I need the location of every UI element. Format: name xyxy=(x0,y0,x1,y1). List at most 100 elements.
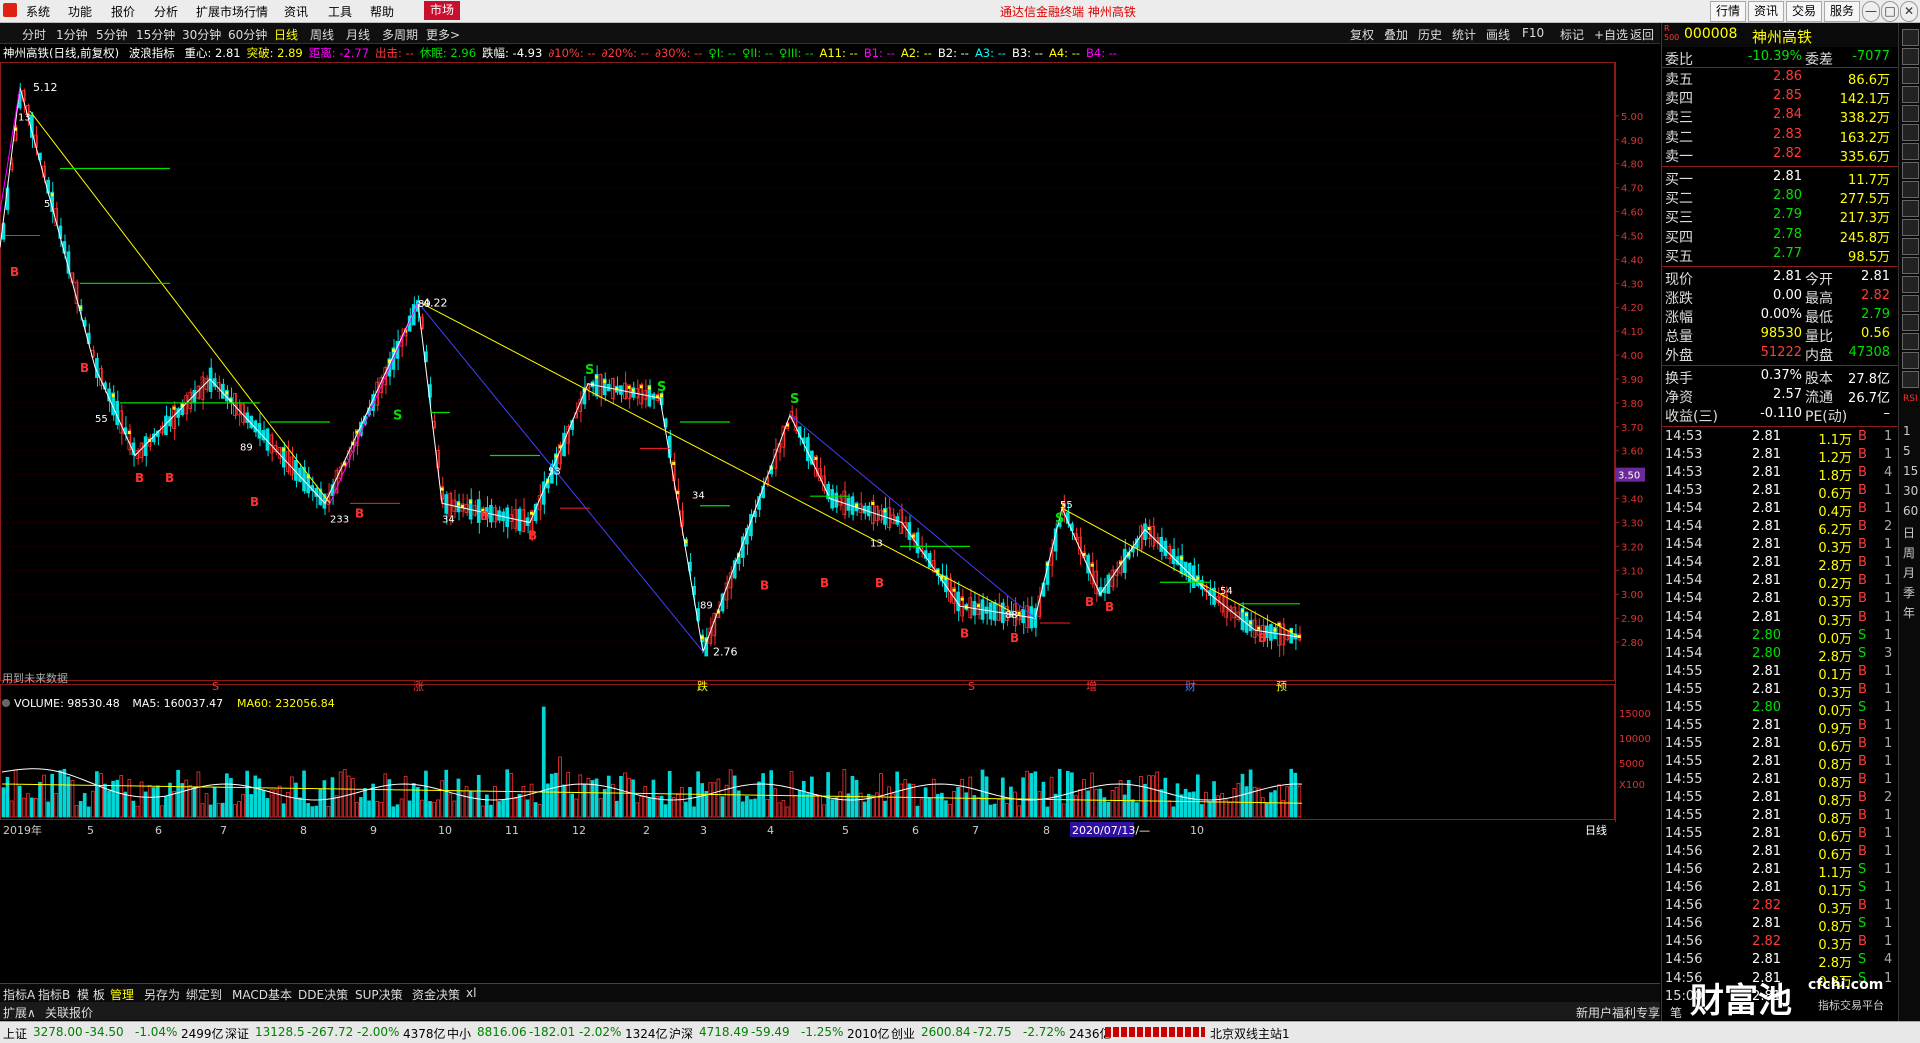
indicator-tab[interactable]: 绑定到 xyxy=(186,986,222,1003)
menu-help[interactable]: 帮助 xyxy=(370,3,394,20)
bar-icon[interactable] xyxy=(1902,124,1919,141)
period-tab[interactable]: 日线 xyxy=(274,26,298,43)
indicator-name[interactable]: 波浪指标 xyxy=(129,46,175,60)
menu-news[interactable]: 资讯 xyxy=(284,3,308,20)
toolbar-button[interactable]: 复权 xyxy=(1350,26,1374,43)
toolbar-button[interactable]: 历史 xyxy=(1418,26,1442,43)
tab-news-button[interactable]: 资讯 xyxy=(1748,1,1785,22)
event-marker[interactable]: 增 xyxy=(1086,679,1097,693)
strip-period-button[interactable]: 1 xyxy=(1903,424,1911,438)
period-tab[interactable]: 1分钟 xyxy=(56,26,88,43)
strip-period-button[interactable]: 5 xyxy=(1903,444,1911,458)
index-name[interactable]: 上证 xyxy=(3,1025,27,1042)
event-marker[interactable]: 财 xyxy=(1185,679,1196,693)
menu-ext-market[interactable]: 扩展市场行情 xyxy=(196,3,268,20)
menu-analysis[interactable]: 分析 xyxy=(154,3,178,20)
server-name[interactable]: 北京双线主站1 xyxy=(1210,1025,1290,1042)
strip-period-button[interactable]: 周 xyxy=(1903,544,1915,561)
target-icon[interactable] xyxy=(1902,371,1919,388)
tab-service-button[interactable]: 服务 xyxy=(1824,1,1861,22)
strip-period-button[interactable]: 日 xyxy=(1903,524,1915,541)
ask-price[interactable]: 2.86 xyxy=(1732,69,1802,84)
toolbar-button[interactable]: +自选 xyxy=(1594,26,1628,43)
strip-period-button[interactable]: 月 xyxy=(1903,564,1915,581)
up-arrow-icon[interactable] xyxy=(1902,29,1919,46)
period-tab[interactable]: 多周期 xyxy=(382,26,418,43)
extend-toggle[interactable]: 扩展∧ xyxy=(3,1004,36,1021)
line-icon[interactable] xyxy=(1902,162,1919,179)
bid-price[interactable]: 2.79 xyxy=(1732,207,1802,222)
toolbar-button[interactable]: 画线 xyxy=(1486,26,1510,43)
event-marker[interactable]: 预 xyxy=(1276,680,1287,693)
kline-icon[interactable] xyxy=(1902,143,1919,160)
menu-function[interactable]: 功能 xyxy=(68,3,92,20)
bid-price[interactable]: 2.77 xyxy=(1732,246,1802,261)
menu-tools[interactable]: 工具 xyxy=(328,3,352,20)
down-arrow-icon[interactable] xyxy=(1902,48,1919,65)
indicator-tab[interactable]: 另存为 xyxy=(144,986,180,1003)
toolbar-button[interactable]: 统计 xyxy=(1452,26,1476,43)
related-quote-button[interactable]: 关联报价 xyxy=(45,1004,93,1021)
strip-period-button[interactable]: 15 xyxy=(1903,464,1918,478)
pen-button[interactable]: 笔 xyxy=(1670,1004,1682,1021)
tab-trade-button[interactable]: 交易 xyxy=(1786,1,1823,22)
layers-icon[interactable] xyxy=(1902,314,1919,331)
minimize-button[interactable]: — xyxy=(1862,1,1880,22)
strip-period-button[interactable]: 30 xyxy=(1903,484,1918,498)
toolbar-button[interactable]: 返回 xyxy=(1630,26,1654,43)
strip-period-button[interactable]: RSI xyxy=(1903,394,1918,404)
period-tab[interactable]: 15分钟 xyxy=(136,26,175,43)
indicator-tab[interactable]: SUP决策 xyxy=(355,986,403,1003)
indicator-tab[interactable]: 指标B xyxy=(38,986,70,1003)
menu-quote[interactable]: 报价 xyxy=(111,3,135,20)
refresh-icon[interactable] xyxy=(1902,67,1919,84)
indicator-tab[interactable]: MACD基本 xyxy=(232,986,292,1003)
toolbar-button[interactable]: 叠加 xyxy=(1384,26,1408,43)
ask-price[interactable]: 2.84 xyxy=(1732,107,1802,122)
tab-quote-button[interactable]: 行情 xyxy=(1710,1,1747,22)
menu-system[interactable]: 系统 xyxy=(26,3,50,20)
period-tab[interactable]: 5分钟 xyxy=(96,26,128,43)
event-marker[interactable]: S xyxy=(212,680,219,693)
indicator-tab[interactable]: 资金决策 xyxy=(412,986,460,1003)
volume-toggle-icon[interactable] xyxy=(2,699,10,707)
period-tab[interactable]: 30分钟 xyxy=(182,26,221,43)
indicator-tab[interactable]: 模 板 xyxy=(77,986,105,1003)
market-button[interactable]: 市场 xyxy=(424,1,461,20)
ruler-icon[interactable] xyxy=(1902,257,1919,274)
event-marker[interactable]: S xyxy=(968,680,975,693)
index-name[interactable]: 中小 xyxy=(447,1025,471,1042)
indicator-tab[interactable]: xl xyxy=(466,986,476,1000)
period-tab[interactable]: 月线 xyxy=(346,26,370,43)
star-icon[interactable] xyxy=(1902,352,1919,369)
index-name[interactable]: 创业 xyxy=(891,1025,915,1042)
bid-price[interactable]: 2.81 xyxy=(1732,169,1802,184)
period-tab[interactable]: 60分钟 xyxy=(228,26,267,43)
indicator-tab[interactable]: 指标A xyxy=(3,986,35,1003)
pin-icon[interactable]: ⊘ xyxy=(1580,62,1589,63)
zoom-in-icon[interactable] xyxy=(1902,200,1919,217)
promo-link[interactable]: 新用户福利专享 xyxy=(1576,1004,1660,1021)
indicator-tab[interactable]: DDE决策 xyxy=(298,986,348,1003)
ask-price[interactable]: 2.85 xyxy=(1732,88,1802,103)
strip-period-button[interactable]: 年 xyxy=(1903,604,1915,621)
kline-chart[interactable]: BBB BBB BBB B BB BB BBSSSSS5.124.222.765135523… xyxy=(0,62,1615,840)
event-marker[interactable]: 涨 xyxy=(413,680,424,693)
magnet-icon[interactable] xyxy=(1902,295,1919,312)
period-tab[interactable]: 周线 xyxy=(310,26,334,43)
ask-price[interactable]: 2.82 xyxy=(1732,146,1802,161)
ask-price[interactable]: 2.83 xyxy=(1732,127,1802,142)
settings-icon[interactable] xyxy=(1902,333,1919,350)
chart-icon[interactable] xyxy=(1902,238,1919,255)
strip-period-button[interactable]: 季 xyxy=(1903,584,1915,601)
table-icon[interactable] xyxy=(1902,181,1919,198)
toolbar-button[interactable]: F10 xyxy=(1522,26,1544,40)
indicator-tab[interactable]: 管理 xyxy=(110,986,134,1003)
bid-price[interactable]: 2.78 xyxy=(1732,227,1802,242)
toolbar-button[interactable]: 标记 xyxy=(1560,26,1584,43)
period-tab[interactable]: 分时 xyxy=(22,26,46,43)
zoom-out-icon[interactable] xyxy=(1902,219,1919,236)
bid-price[interactable]: 2.80 xyxy=(1732,188,1802,203)
index-name[interactable]: 深证 xyxy=(225,1025,249,1042)
strip-period-button[interactable]: 60 xyxy=(1903,504,1918,518)
